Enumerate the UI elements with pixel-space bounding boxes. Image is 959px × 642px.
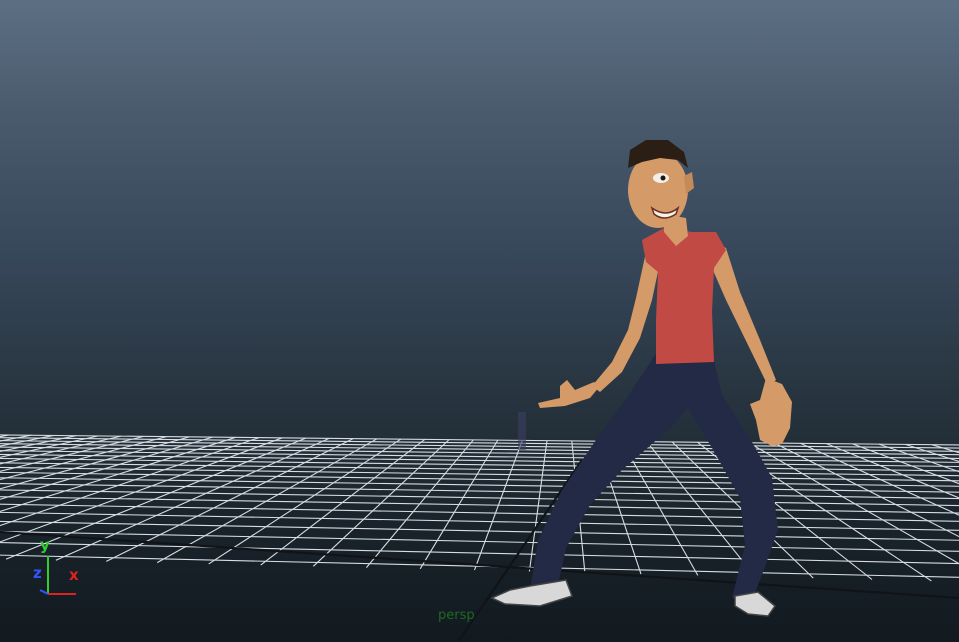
camera-name-label: persp xyxy=(438,608,475,623)
left-hand xyxy=(538,380,600,408)
axis-x-label: x xyxy=(69,566,79,584)
axis-z-label: z xyxy=(33,564,42,582)
right-shoe xyxy=(734,591,777,617)
character-shirt xyxy=(642,228,726,364)
right-arm xyxy=(712,240,776,386)
right-hand xyxy=(750,378,792,446)
world-axis-lines xyxy=(0,459,959,642)
stray-mark xyxy=(518,412,526,450)
scene-canvas[interactable] xyxy=(0,0,959,642)
axis-y-label: y xyxy=(40,536,50,554)
character-pupil xyxy=(660,175,666,181)
3d-viewport[interactable]: y z x persp xyxy=(0,0,959,642)
